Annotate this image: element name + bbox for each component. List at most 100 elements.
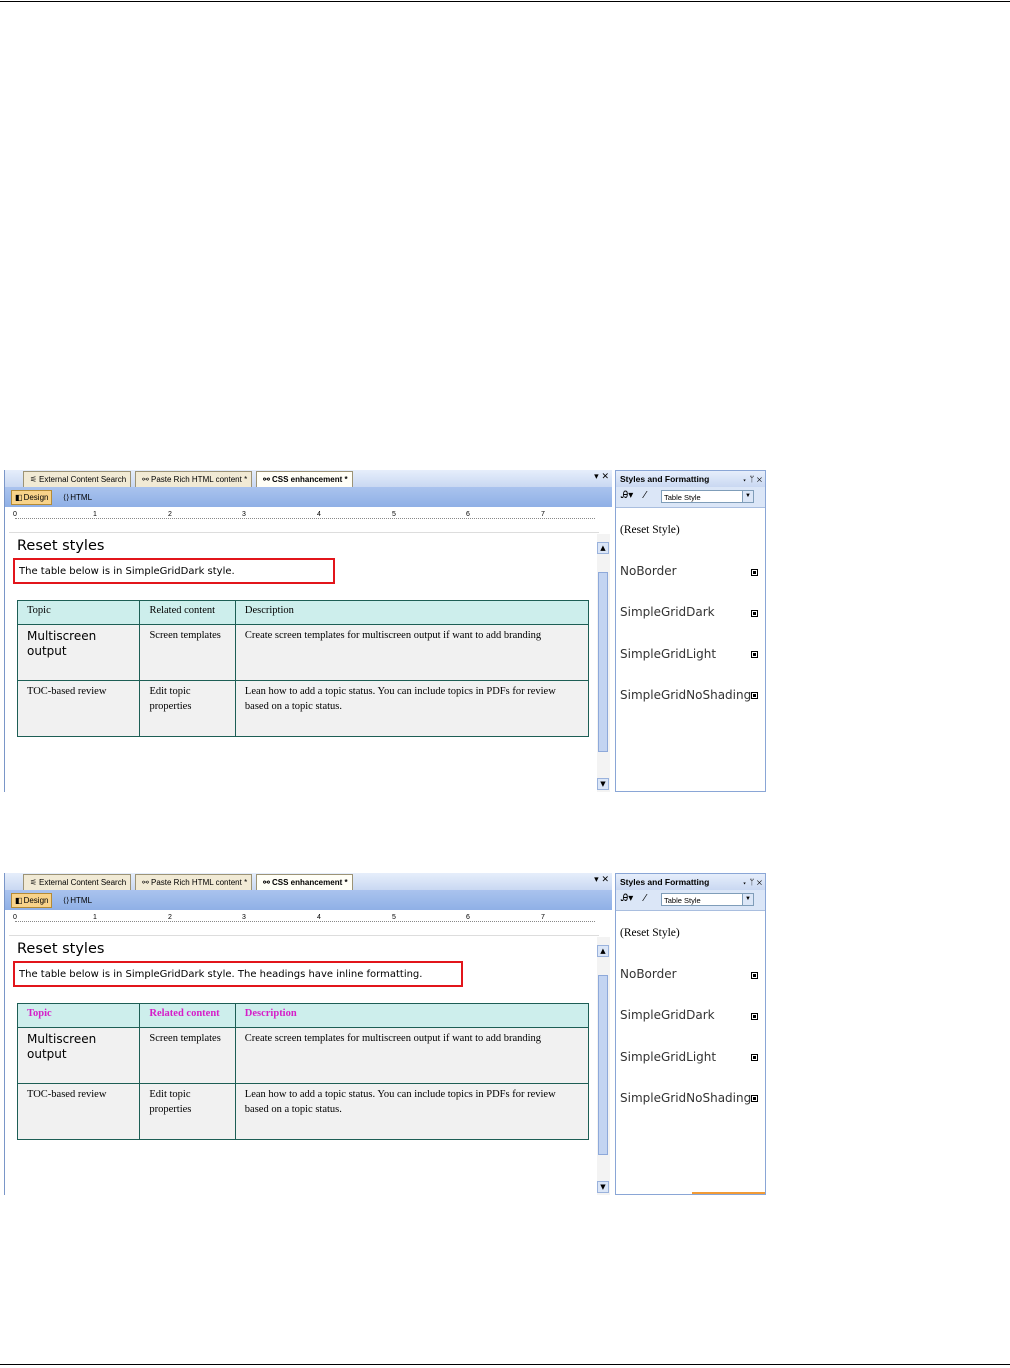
ruler-number: 0	[13, 914, 17, 921]
design-view-button[interactable]: ◧Design	[11, 893, 53, 908]
table-header-cell[interactable]: Related content	[139, 1003, 236, 1028]
tab-external-content-search[interactable]: ⚟ External Content Search	[23, 471, 132, 487]
style-item-simplegriddark[interactable]: SimpleGridDark	[620, 1008, 715, 1022]
chevron-down-icon[interactable]: ▼	[742, 894, 753, 905]
vertical-scrollbar[interactable]: ▲ ▼	[597, 937, 610, 1195]
style-item-reset[interactable]: (Reset Style)	[620, 524, 680, 536]
ruler-number: 3	[242, 914, 246, 921]
table-header-cell[interactable]: Description	[234, 1003, 590, 1028]
panel-status-strip	[692, 1192, 765, 1194]
table-cell[interactable]: Lean how to add a topic status. You can …	[234, 1083, 590, 1140]
tab-css-enhancement[interactable]: ⚯ CSS enhancement *	[256, 874, 353, 890]
content-table[interactable]: Topic Related content Description Multis…	[16, 1003, 590, 1140]
new-style-icon[interactable]: Ꭿ▾	[621, 893, 633, 904]
table-cell[interactable]: Lean how to add a topic status. You can …	[234, 680, 590, 737]
design-icon: ◧	[15, 493, 23, 502]
table-row: Multiscreen output Screen templates Crea…	[16, 1027, 590, 1084]
panel-toolbar: Ꭿ▾ ⁄ Table Style ▼	[616, 487, 765, 508]
style-item-simplegridnoshading[interactable]: SimpleGridNoShading	[620, 688, 751, 702]
new-style-icon[interactable]: Ꭿ▾	[621, 490, 633, 501]
chevron-down-icon[interactable]: ▼	[742, 491, 753, 502]
ruler-number: 6	[466, 511, 470, 518]
table-row: TOC-based review Edit topic properties L…	[16, 1083, 590, 1140]
style-item-simplegridlight[interactable]: SimpleGridLight	[620, 1050, 716, 1064]
table-cell[interactable]: TOC-based review	[16, 680, 141, 737]
scroll-up-button[interactable]: ▲	[597, 945, 609, 957]
scroll-thumb[interactable]	[598, 975, 608, 1155]
ruler-number: 2	[168, 511, 172, 518]
table-row: TOC-based review Edit topic properties L…	[16, 680, 590, 737]
html-view-button[interactable]: ⟨⟩HTML	[59, 893, 96, 908]
panel-controls[interactable]: ▾ ᛘ ✕	[742, 471, 762, 487]
editor-pane: ⚟ External Content Search ⚯ Paste Rich HTM…	[4, 873, 612, 1195]
html-view-button[interactable]: ⟨⟩HTML	[59, 490, 96, 505]
style-menu-icon[interactable]	[751, 1054, 758, 1061]
style-menu-icon[interactable]	[751, 1095, 758, 1102]
table-cell[interactable]: Multiscreen output	[16, 1027, 141, 1084]
tab-paste-rich-html[interactable]: ⚯ Paste Rich HTML content *	[135, 874, 253, 890]
design-view-button[interactable]: ◧Design	[11, 490, 53, 505]
table-cell[interactable]: Screen templates	[139, 1027, 236, 1084]
panel-controls[interactable]: ▾ ᛘ ✕	[742, 874, 762, 890]
style-item-noborder[interactable]: NoBorder	[620, 564, 677, 578]
tab-bar-controls[interactable]: ▾ ✕	[594, 472, 609, 482]
vertical-scrollbar[interactable]: ▲ ▼	[597, 534, 610, 792]
style-menu-icon[interactable]	[751, 651, 758, 658]
style-menu-icon[interactable]	[751, 610, 758, 617]
tab-external-content-search[interactable]: ⚟ External Content Search	[23, 874, 132, 890]
table-cell[interactable]: TOC-based review	[16, 1083, 141, 1140]
table-header-cell[interactable]: Related content	[139, 600, 236, 625]
table-cell[interactable]: Screen templates	[139, 624, 236, 681]
table-header-cell[interactable]: Topic	[16, 1003, 141, 1028]
style-item-noborder[interactable]: NoBorder	[620, 967, 677, 981]
ruler-number: 6	[466, 914, 470, 921]
ruler-number: 5	[392, 511, 396, 518]
panel-toolbar: Ꭿ▾ ⁄ Table Style ▼	[616, 890, 765, 911]
table-cell[interactable]: Multiscreen output	[16, 624, 141, 681]
tab-bar-controls[interactable]: ▾ ✕	[594, 875, 609, 885]
highlight-box: The table below is in SimpleGridDark sty…	[13, 558, 335, 584]
styles-formatting-panel: Styles and Formatting ▾ ᛘ ✕ Ꭿ▾ ⁄ Table S…	[615, 873, 766, 1195]
ruler-number: 5	[392, 914, 396, 921]
table-cell[interactable]: Edit topic properties	[139, 680, 236, 737]
table-cell[interactable]: Create screen templates for multiscreen …	[234, 624, 590, 681]
table-header-cell[interactable]: Description	[234, 600, 590, 625]
style-item-simplegridlight[interactable]: SimpleGridLight	[620, 647, 716, 661]
paste-icon: ⚯	[142, 878, 149, 887]
ruler-number: 2	[168, 914, 172, 921]
style-type-select[interactable]: Table Style ▼	[661, 893, 754, 906]
editor-pane: ⚟ External Content Search ⚯ Paste Rich HTM…	[4, 470, 612, 792]
tab-css-enhancement[interactable]: ⚯ CSS enhancement *	[256, 471, 353, 487]
panel-title-bar: Styles and Formatting ▾ ᛘ ✕	[616, 874, 765, 890]
document-content[interactable]: Reset styles The table below is in Simpl…	[13, 534, 593, 784]
ruler: 0 1 2 3 4 5 6 7	[9, 911, 599, 936]
edit-style-icon[interactable]: ⁄	[644, 490, 646, 501]
style-menu-icon[interactable]	[751, 569, 758, 576]
paste-icon: ⚯	[142, 475, 149, 484]
style-item-simplegridnoshading[interactable]: SimpleGridNoShading	[620, 1091, 751, 1105]
css-icon: ⚯	[263, 878, 270, 887]
style-type-select[interactable]: Table Style ▼	[661, 490, 754, 503]
scroll-down-button[interactable]: ▼	[597, 1181, 609, 1193]
scroll-thumb[interactable]	[598, 572, 608, 752]
ruler-number: 0	[13, 511, 17, 518]
scroll-up-button[interactable]: ▲	[597, 542, 609, 554]
edit-style-icon[interactable]: ⁄	[644, 893, 646, 904]
table-header-cell[interactable]: Topic	[16, 600, 141, 625]
table-cell[interactable]: Create screen templates for multiscreen …	[234, 1027, 590, 1084]
content-table[interactable]: Topic Related content Description Multis…	[16, 600, 590, 737]
tab-paste-rich-html[interactable]: ⚯ Paste Rich HTML content *	[135, 471, 253, 487]
style-menu-icon[interactable]	[751, 972, 758, 979]
table-header-row: Topic Related content Description	[16, 1003, 590, 1028]
style-item-reset[interactable]: (Reset Style)	[620, 927, 680, 939]
scroll-down-button[interactable]: ▼	[597, 778, 609, 790]
view-toolbar: ◧Design ⟨⟩HTML	[5, 890, 612, 910]
view-toolbar: ◧Design ⟨⟩HTML	[5, 487, 612, 507]
table-row: Multiscreen output Screen templates Crea…	[16, 624, 590, 681]
document-content[interactable]: Reset styles The table below is in Simpl…	[13, 937, 593, 1187]
ruler: 0 1 2 3 4 5 6 7	[9, 508, 599, 533]
style-item-simplegriddark[interactable]: SimpleGridDark	[620, 605, 715, 619]
style-menu-icon[interactable]	[751, 1013, 758, 1020]
style-menu-icon[interactable]	[751, 692, 758, 699]
table-cell[interactable]: Edit topic properties	[139, 1083, 236, 1140]
